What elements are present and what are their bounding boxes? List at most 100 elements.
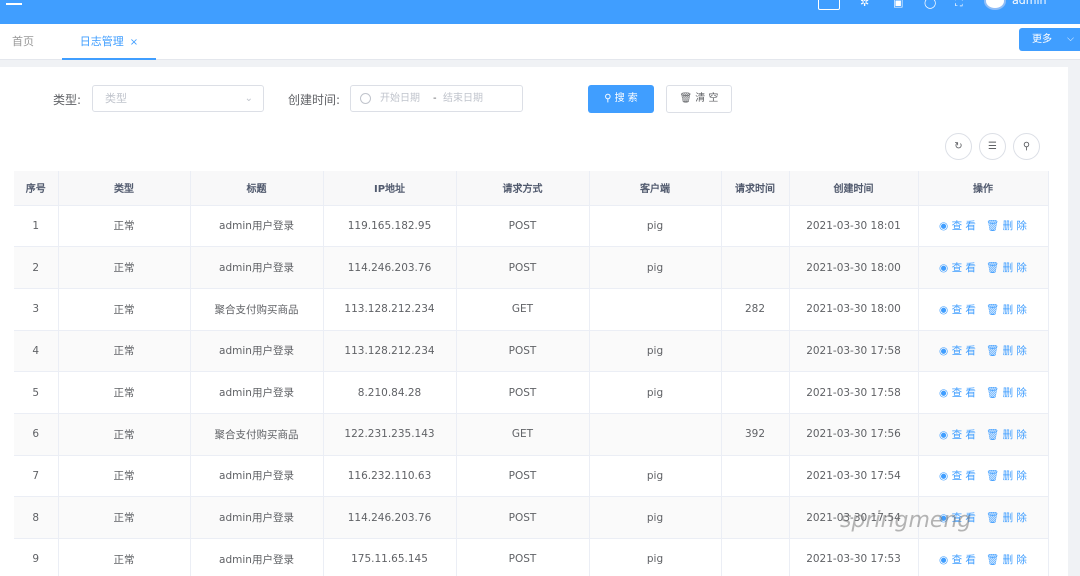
type-placeholder: 类型 [105,92,127,105]
delete-button[interactable]: 🗑 删 除 [986,554,1027,566]
row-actions: ◉ 查 看 🗑 删 除 [917,455,1049,498]
lock-icon[interactable]: ▣ [893,0,903,9]
col-header: IP地址 [323,171,457,206]
trash-icon: 🗑 [985,262,1000,275]
delete-button[interactable]: 🗑 删 除 [986,512,1027,524]
delete-label: 删 除 [1002,470,1027,483]
table-cell: 2021-03-30 18:00 [789,246,919,289]
delete-label: 删 除 [1002,512,1027,525]
trash-icon: 🗑 [985,428,1000,441]
row-actions: ◉ 查 看 🗑 删 除 [917,205,1049,248]
trash-icon: 🗑 [985,470,1000,483]
chevron-down-icon: ⌄ [244,93,253,104]
close-icon[interactable]: × [130,37,138,48]
view-button[interactable]: ◉ 查 看 [939,262,976,274]
table-cell: GET [456,288,590,331]
fullscreen-icon[interactable]: ⛶ [955,0,963,10]
col-header: 请求方式 [456,171,590,206]
date-start-placeholder[interactable]: 开始日期 [380,86,420,111]
more-button[interactable]: 更多 ⌵ [1019,28,1080,51]
table-row: 4 正常 admin用户登录 113.128.212.234 POST pig 2021-0… [14,330,1049,373]
delete-button[interactable]: 🗑 删 除 [986,262,1027,274]
table-cell: pig [589,538,722,576]
table-cell: 正常 [58,455,191,498]
table-cell: 5 [14,371,59,414]
table-cell: 3 [14,288,59,331]
user-name[interactable]: admin [1012,0,1046,7]
tabs-bar: 首页 日志管理 × 更多 ⌵ [0,24,1080,60]
delete-button[interactable]: 🗑 删 除 [986,387,1027,399]
trash-icon: 🗑 [985,345,1000,358]
table-cell: 2021-03-30 17:58 [789,330,919,373]
table-row: 1 正常 admin用户登录 119.165.182.95 POST pig 2021-03… [14,205,1049,248]
row-actions: ◉ 查 看 🗑 删 除 [917,288,1049,331]
delete-button[interactable]: 🗑 删 除 [986,429,1027,441]
table-cell: 8 [14,496,59,539]
eye-icon: ◉ [939,262,949,275]
type-select[interactable]: 类型 ⌄ [92,85,264,112]
delete-button[interactable]: 🗑 删 除 [986,345,1027,357]
eye-icon: ◉ [939,553,949,566]
table-cell: 4 [14,330,59,373]
table-cell [721,455,790,498]
table-cell [589,288,722,331]
table-cell [721,371,790,414]
delete-label: 删 除 [1002,303,1027,316]
trash-icon: 🗑 [985,220,1000,233]
bug-icon[interactable]: ✲ [860,0,869,9]
eye-icon: ◉ [939,470,949,483]
table-cell: 6 [14,413,59,456]
table-cell: 2021-03-30 18:00 [789,288,919,331]
column-settings-icon[interactable]: ☰ [979,133,1006,160]
clear-button[interactable]: 🗑 清 空 [666,85,732,113]
clear-button-label: 清 空 [695,93,719,104]
delete-label: 删 除 [1002,387,1027,400]
chevron-down-icon: ⌵ [1067,34,1074,44]
table-cell: POST [456,538,590,576]
table-cell: 聚合支付购买商品 [190,413,324,456]
table-cell: 正常 [58,205,191,248]
delete-button[interactable]: 🗑 删 除 [986,220,1027,232]
tab-home[interactable]: 首页 [12,24,34,60]
table-cell [721,330,790,373]
view-button[interactable]: ◉ 查 看 [939,220,976,232]
avatar[interactable] [984,0,1006,10]
delete-button[interactable]: 🗑 删 除 [986,304,1027,316]
table-cell [721,538,790,576]
view-label: 查 看 [951,262,976,275]
table-cell: admin用户登录 [190,538,324,576]
date-label: 创建时间: [288,93,341,107]
table-row: 2 正常 admin用户登录 114.246.203.76 POST pig 2021-03… [14,246,1049,289]
search-button[interactable]: ⚲ 搜 索 [588,85,654,113]
menu-toggle-icon[interactable] [6,0,22,8]
table-cell: 114.246.203.76 [323,496,457,539]
view-button[interactable]: ◉ 查 看 [939,387,976,399]
help-icon[interactable]: ◯ [924,0,936,9]
table-row: 6 正常 聚合支付购买商品 122.231.235.143 GET 392 2021-03-… [14,413,1049,456]
view-button[interactable]: ◉ 查 看 [939,304,976,316]
screen-icon[interactable] [818,0,840,10]
tab-log-management[interactable]: 日志管理 × [62,24,156,60]
search-button-label: 搜 索 [614,93,638,104]
view-button[interactable]: ◉ 查 看 [939,554,976,566]
table-cell: 122.231.235.143 [323,413,457,456]
row-actions: ◉ 查 看 🗑 删 除 [917,538,1049,576]
delete-label: 删 除 [1002,262,1027,275]
refresh-icon[interactable]: ↻ [945,133,972,160]
more-label: 更多 [1032,34,1052,45]
toggle-search-icon[interactable]: ⚲ [1013,133,1040,160]
table-cell: 7 [14,455,59,498]
table-cell: 正常 [58,496,191,539]
row-actions: ◉ 查 看 🗑 删 除 [917,371,1049,414]
table-cell: POST [456,246,590,289]
main-card: 类型: 类型 ⌄ 创建时间: 开始日期 - 结束日期 ⚲ 搜 索 🗑 清 空 ↻ ☰… [0,67,1068,576]
view-button[interactable]: ◉ 查 看 [939,429,976,441]
table-cell: pig [589,496,722,539]
view-button[interactable]: ◉ 查 看 [939,470,976,482]
delete-button[interactable]: 🗑 删 除 [986,470,1027,482]
date-end-placeholder[interactable]: 结束日期 [443,86,483,111]
view-label: 查 看 [951,387,976,400]
view-button[interactable]: ◉ 查 看 [939,345,976,357]
date-range-picker[interactable]: 开始日期 - 结束日期 [350,85,523,112]
row-actions: ◉ 查 看 🗑 删 除 [917,330,1049,373]
